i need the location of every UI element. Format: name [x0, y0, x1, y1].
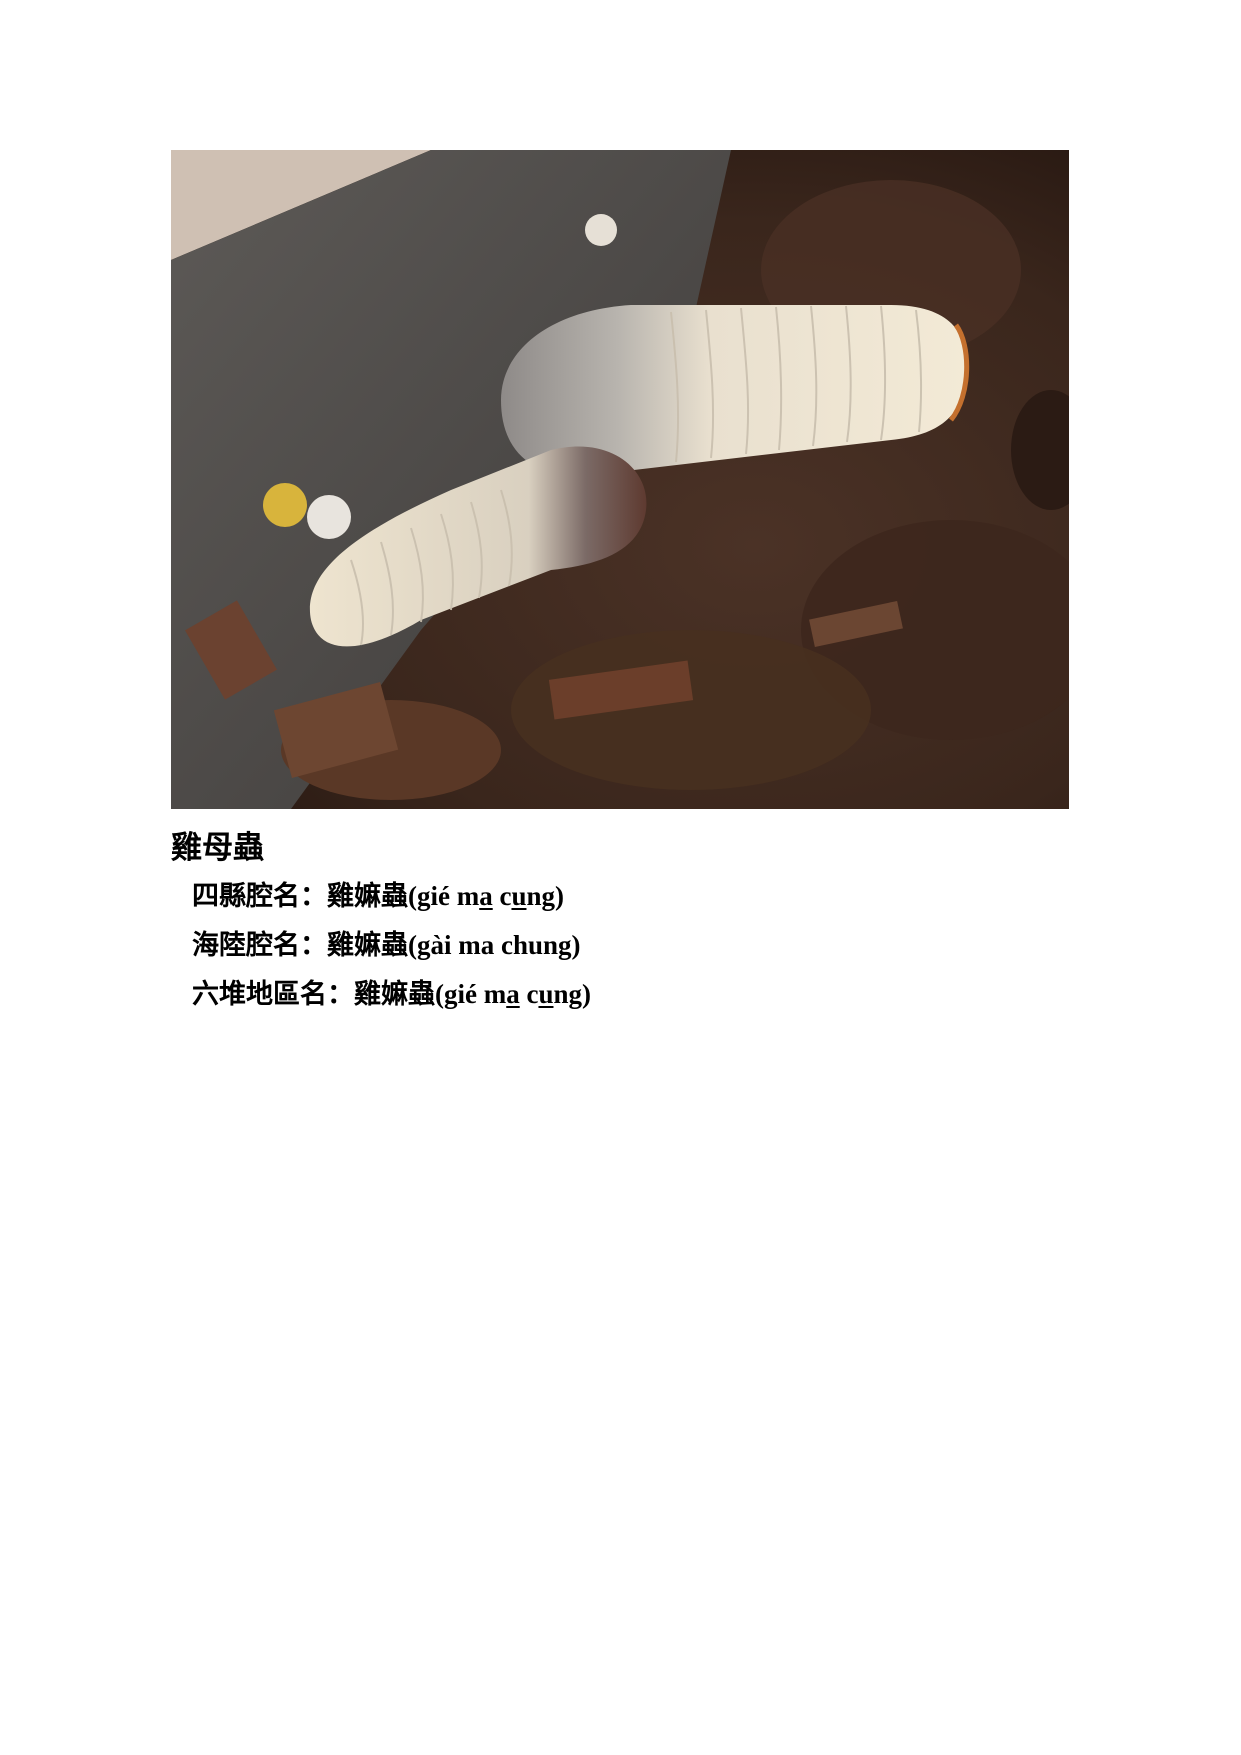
pron-part: (gié m — [408, 881, 480, 911]
pron-part: ng) — [526, 881, 564, 911]
entry-sixian: 四縣腔名：雞嫲蟲(gié ma cung) — [192, 874, 564, 913]
entry-label: 海陸腔名： — [192, 930, 327, 961]
entry-name: 雞嫲蟲 — [354, 979, 435, 1010]
larvae-photo-illustration — [171, 150, 1069, 809]
entry-pronunciation: (gié ma cung) — [435, 979, 591, 1009]
pron-part: (gié m — [435, 979, 507, 1009]
entry-label: 六堆地區名： — [192, 979, 354, 1010]
entry-liudui: 六堆地區名：雞嫲蟲(gié ma cung) — [192, 972, 591, 1011]
entry-name: 雞嫲蟲 — [327, 930, 408, 961]
pron-underlined: a — [506, 979, 520, 1009]
pron-part: ng) — [553, 979, 591, 1009]
pron-part: c — [492, 881, 512, 911]
entry-label: 四縣腔名： — [192, 881, 327, 912]
entry-hailu: 海陸腔名：雞嫲蟲(gài ma chung) — [192, 923, 581, 962]
pron-underlined: u — [511, 881, 527, 911]
entry-name: 雞嫲蟲 — [327, 881, 408, 912]
larvae-photo — [171, 150, 1069, 809]
pron-underlined: a — [479, 881, 493, 911]
page-title: 雞母蟲 — [171, 830, 264, 866]
pron-underlined: u — [538, 979, 554, 1009]
entry-pronunciation: (gài ma chung) — [408, 930, 581, 960]
pron-part: c — [519, 979, 539, 1009]
entry-pronunciation: (gié ma cung) — [408, 881, 564, 911]
